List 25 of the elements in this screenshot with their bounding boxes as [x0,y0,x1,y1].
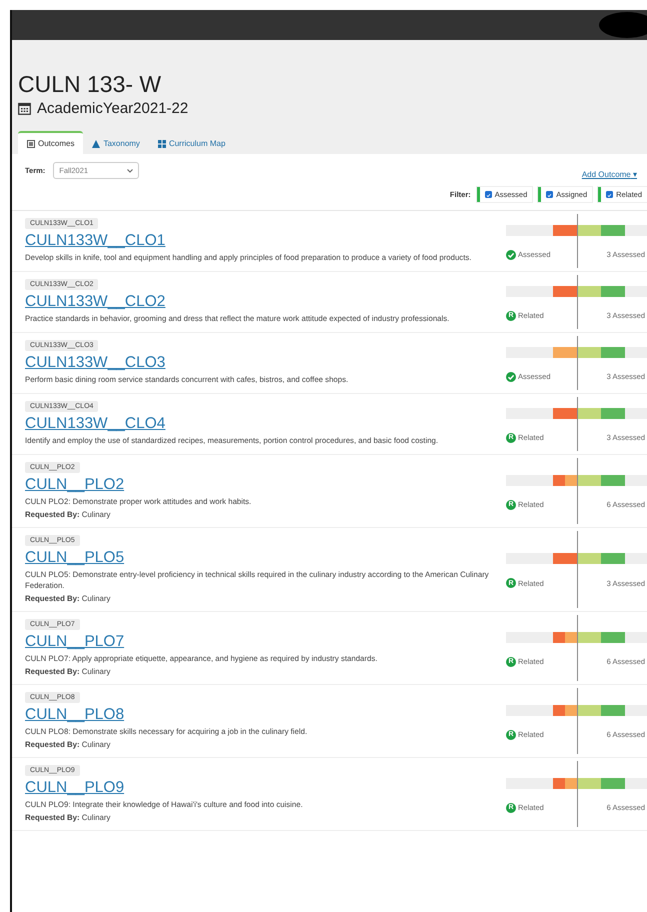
outcome-title-link[interactable]: CULN133W__CLO1 [25,232,166,250]
outcome-title-link[interactable]: CULN__PLO9 [25,779,124,797]
outcome-title-link[interactable]: CULN__PLO8 [25,706,124,724]
outcome-title-link[interactable]: CULN__PLO5 [25,549,124,567]
outcome-title-link[interactable]: CULN__PLO7 [25,633,124,651]
outcome-title-link[interactable]: CULN133W__CLO3 [25,354,166,372]
checkbox[interactable] [484,191,492,198]
grid-icon [158,140,166,148]
check-icon [506,372,516,382]
tab[interactable]: Curriculum Map [148,131,234,154]
list-icon [27,140,35,148]
tab[interactable]: Taxonomy [83,131,149,154]
triangle-icon [92,140,100,148]
chevron-down-icon [127,168,134,172]
add-outcome-link[interactable]: Add Outcome ▾ [582,170,637,179]
course-title: CULN 133- W [18,70,162,98]
outcome-title-link[interactable]: CULN__PLO2 [25,476,124,494]
calendar-icon [18,102,31,115]
checkbox[interactable] [546,191,554,198]
outcome-title-link[interactable]: CULN133W__CLO2 [25,293,166,311]
tab[interactable]: Outcomes [18,131,84,154]
academic-year: AcademicYear2021-22 [37,100,188,117]
outcome-title-link[interactable]: CULN133W__CLO4 [25,415,166,433]
checkbox[interactable] [606,191,614,198]
check-icon [506,250,516,260]
